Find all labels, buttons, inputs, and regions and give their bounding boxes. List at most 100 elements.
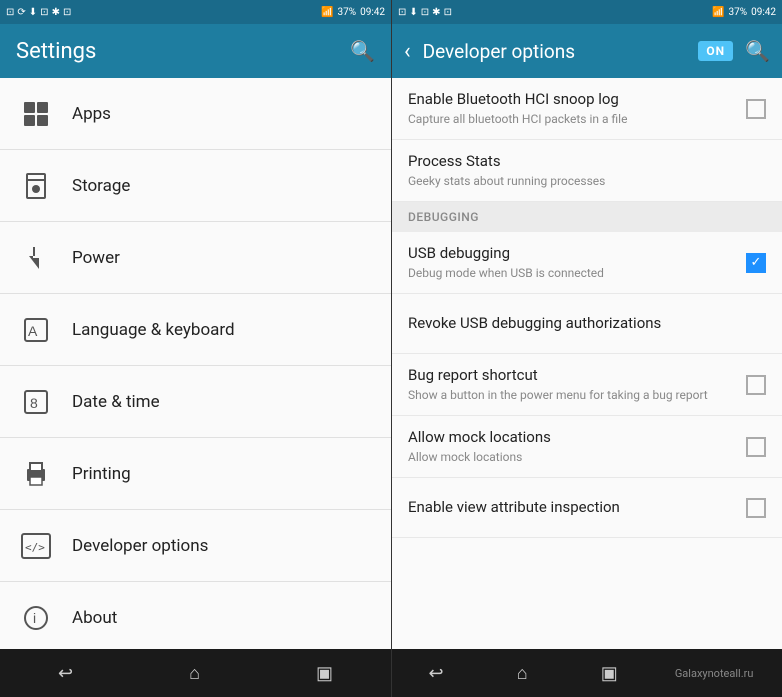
mock-locations-title: Allow mock locations <box>408 428 738 448</box>
r-down: ⬇ <box>409 7 417 18</box>
debugging-section-header: DEBUGGING <box>392 202 782 232</box>
right-search-icon[interactable]: 🔍 <box>741 35 774 67</box>
right-panel: ⊡ ⬇ ⊡ ✱ ⊡ 📶 37% 09:42 ‹ Developer option… <box>391 0 782 649</box>
datetime-label: Date & time <box>72 392 160 412</box>
process-stats-text: Process Stats Geeky stats about running … <box>408 152 766 189</box>
right-header: ‹ Developer options ON 🔍 <box>392 24 782 78</box>
back-button[interactable]: ‹ <box>400 35 415 68</box>
usb-debugging-checkbox[interactable]: ✓ <box>746 253 766 273</box>
view-attribute-text: Enable view attribute inspection <box>408 498 738 518</box>
settings-item-power[interactable]: Power <box>0 222 391 294</box>
nfc-icon: ⊡ <box>63 7 71 18</box>
settings-item-language[interactable]: A Language & keyboard <box>0 294 391 366</box>
language-icon: A <box>16 310 56 350</box>
bluetooth-hci-item[interactable]: Enable Bluetooth HCI snoop log Capture a… <box>392 78 782 140</box>
bug-report-item[interactable]: Bug report shortcut Show a button in the… <box>392 354 782 416</box>
left-home-btn[interactable]: ⌂ <box>173 655 216 692</box>
usb-debugging-item[interactable]: USB debugging Debug mode when USB is con… <box>392 232 782 294</box>
left-search-icon[interactable]: 🔍 <box>350 39 375 63</box>
about-label: About <box>72 608 117 628</box>
process-stats-subtitle: Geeky stats about running processes <box>408 174 766 190</box>
datetime-icon: 8 <box>16 382 56 422</box>
r-bars: 📶 <box>712 7 724 18</box>
bluetooth-hci-checkbox[interactable] <box>746 99 766 119</box>
settings-item-apps[interactable]: Apps <box>0 78 391 150</box>
mock-locations-text: Allow mock locations Allow mock location… <box>408 428 738 465</box>
view-attribute-item[interactable]: Enable view attribute inspection <box>392 478 782 538</box>
nav-bars-row: ↩ ⌂ ▣ ↩ ⌂ ▣ Galaxynoteall.ru <box>0 649 782 697</box>
usb-debugging-subtitle: Debug mode when USB is connected <box>408 266 738 282</box>
language-label: Language & keyboard <box>72 320 235 340</box>
right-recent-btn[interactable]: ▣ <box>585 655 634 692</box>
mock-locations-checkbox[interactable] <box>746 437 766 457</box>
apps-label: Apps <box>72 104 111 124</box>
svg-text:</>: </> <box>25 541 45 554</box>
svg-text:i: i <box>33 610 36 626</box>
watermark-text: Galaxynoteall.ru <box>675 667 762 680</box>
battery-icon: 📶 <box>321 7 333 18</box>
bug-report-text: Bug report shortcut Show a button in the… <box>408 366 738 403</box>
printing-icon <box>16 454 56 494</box>
settings-item-datetime[interactable]: 8 Date & time <box>0 366 391 438</box>
view-attribute-checkbox[interactable] <box>746 498 766 518</box>
bug-report-title: Bug report shortcut <box>408 366 738 386</box>
bluetooth-hci-title: Enable Bluetooth HCI snoop log <box>408 90 738 110</box>
bluetooth-hci-text: Enable Bluetooth HCI snoop log Capture a… <box>408 90 738 127</box>
left-status-bar: ⊡ ⟳ ⬇ ⊡ ✱ ⊡ 📶 37% 09:42 <box>0 0 391 24</box>
revoke-usb-item[interactable]: Revoke USB debugging authorizations <box>392 294 782 354</box>
right-status-bar: ⊡ ⬇ ⊡ ✱ ⊡ 📶 37% 09:42 <box>392 0 782 24</box>
download-icon: ⬇ <box>29 7 37 18</box>
bluetooth-hci-subtitle: Capture all bluetooth HCI packets in a f… <box>408 112 738 128</box>
r-nfc: ⊡ <box>444 7 452 18</box>
signal-icon: ⊡ <box>6 7 14 18</box>
bt-icon: ✱ <box>52 7 60 18</box>
left-status-icons: ⊡ ⟳ ⬇ ⊡ ✱ ⊡ <box>6 7 71 18</box>
settings-item-storage[interactable]: Storage <box>0 150 391 222</box>
printing-label: Printing <box>72 464 131 484</box>
bug-report-subtitle: Show a button in the power menu for taki… <box>408 388 738 404</box>
settings-item-printing[interactable]: Printing <box>0 438 391 510</box>
settings-list: Apps Storage Power <box>0 78 391 649</box>
usb-icon: ⊡ <box>40 7 48 18</box>
data-icon: ⟳ <box>17 7 25 18</box>
view-attribute-title: Enable view attribute inspection <box>408 498 738 518</box>
usb-debugging-text: USB debugging Debug mode when USB is con… <box>408 244 738 281</box>
right-status-right: 📶 37% 09:42 <box>712 7 776 18</box>
usb-debugging-title: USB debugging <box>408 244 738 264</box>
left-header: Settings 🔍 <box>0 24 391 78</box>
left-back-btn[interactable]: ↩ <box>42 655 89 692</box>
process-stats-item[interactable]: Process Stats Geeky stats about running … <box>392 140 782 202</box>
right-back-btn[interactable]: ↩ <box>413 655 460 692</box>
developer-label: Developer options <box>72 536 208 556</box>
left-panel: ⊡ ⟳ ⬇ ⊡ ✱ ⊡ 📶 37% 09:42 Settings 🔍 <box>0 0 391 649</box>
power-icon <box>16 238 56 278</box>
revoke-usb-title: Revoke USB debugging authorizations <box>408 314 766 334</box>
left-nav-bar: ↩ ⌂ ▣ <box>0 649 391 697</box>
svg-text:8: 8 <box>30 395 38 411</box>
mock-locations-subtitle: Allow mock locations <box>408 450 738 466</box>
mock-locations-item[interactable]: Allow mock locations Allow mock location… <box>392 416 782 478</box>
right-status-icons: ⊡ ⬇ ⊡ ✱ ⊡ <box>398 7 452 18</box>
time-left: 09:42 <box>360 7 385 18</box>
battery-pct: 37% <box>338 7 357 18</box>
process-stats-title: Process Stats <box>408 152 766 172</box>
dev-options-list: Enable Bluetooth HCI snoop log Capture a… <box>392 78 782 649</box>
settings-item-about[interactable]: i About <box>0 582 391 649</box>
r-signal: ⊡ <box>398 7 406 18</box>
power-label: Power <box>72 248 120 268</box>
right-nav-bar: ↩ ⌂ ▣ Galaxynoteall.ru <box>391 649 782 697</box>
settings-item-developer[interactable]: </> Developer options <box>0 510 391 582</box>
r-usb: ⊡ <box>421 7 429 18</box>
r-bt: ✱ <box>432 7 440 18</box>
developer-options-title: Developer options <box>423 40 691 63</box>
revoke-usb-text: Revoke USB debugging authorizations <box>408 314 766 334</box>
developer-toggle[interactable]: ON <box>698 41 733 61</box>
r-battery: 37% <box>729 7 748 18</box>
settings-title: Settings <box>16 39 96 64</box>
apps-icon <box>16 94 56 134</box>
bug-report-checkbox[interactable] <box>746 375 766 395</box>
storage-icon <box>16 166 56 206</box>
developer-icon: </> <box>16 526 56 566</box>
right-home-btn[interactable]: ⌂ <box>501 655 544 692</box>
left-recent-btn[interactable]: ▣ <box>300 655 349 692</box>
